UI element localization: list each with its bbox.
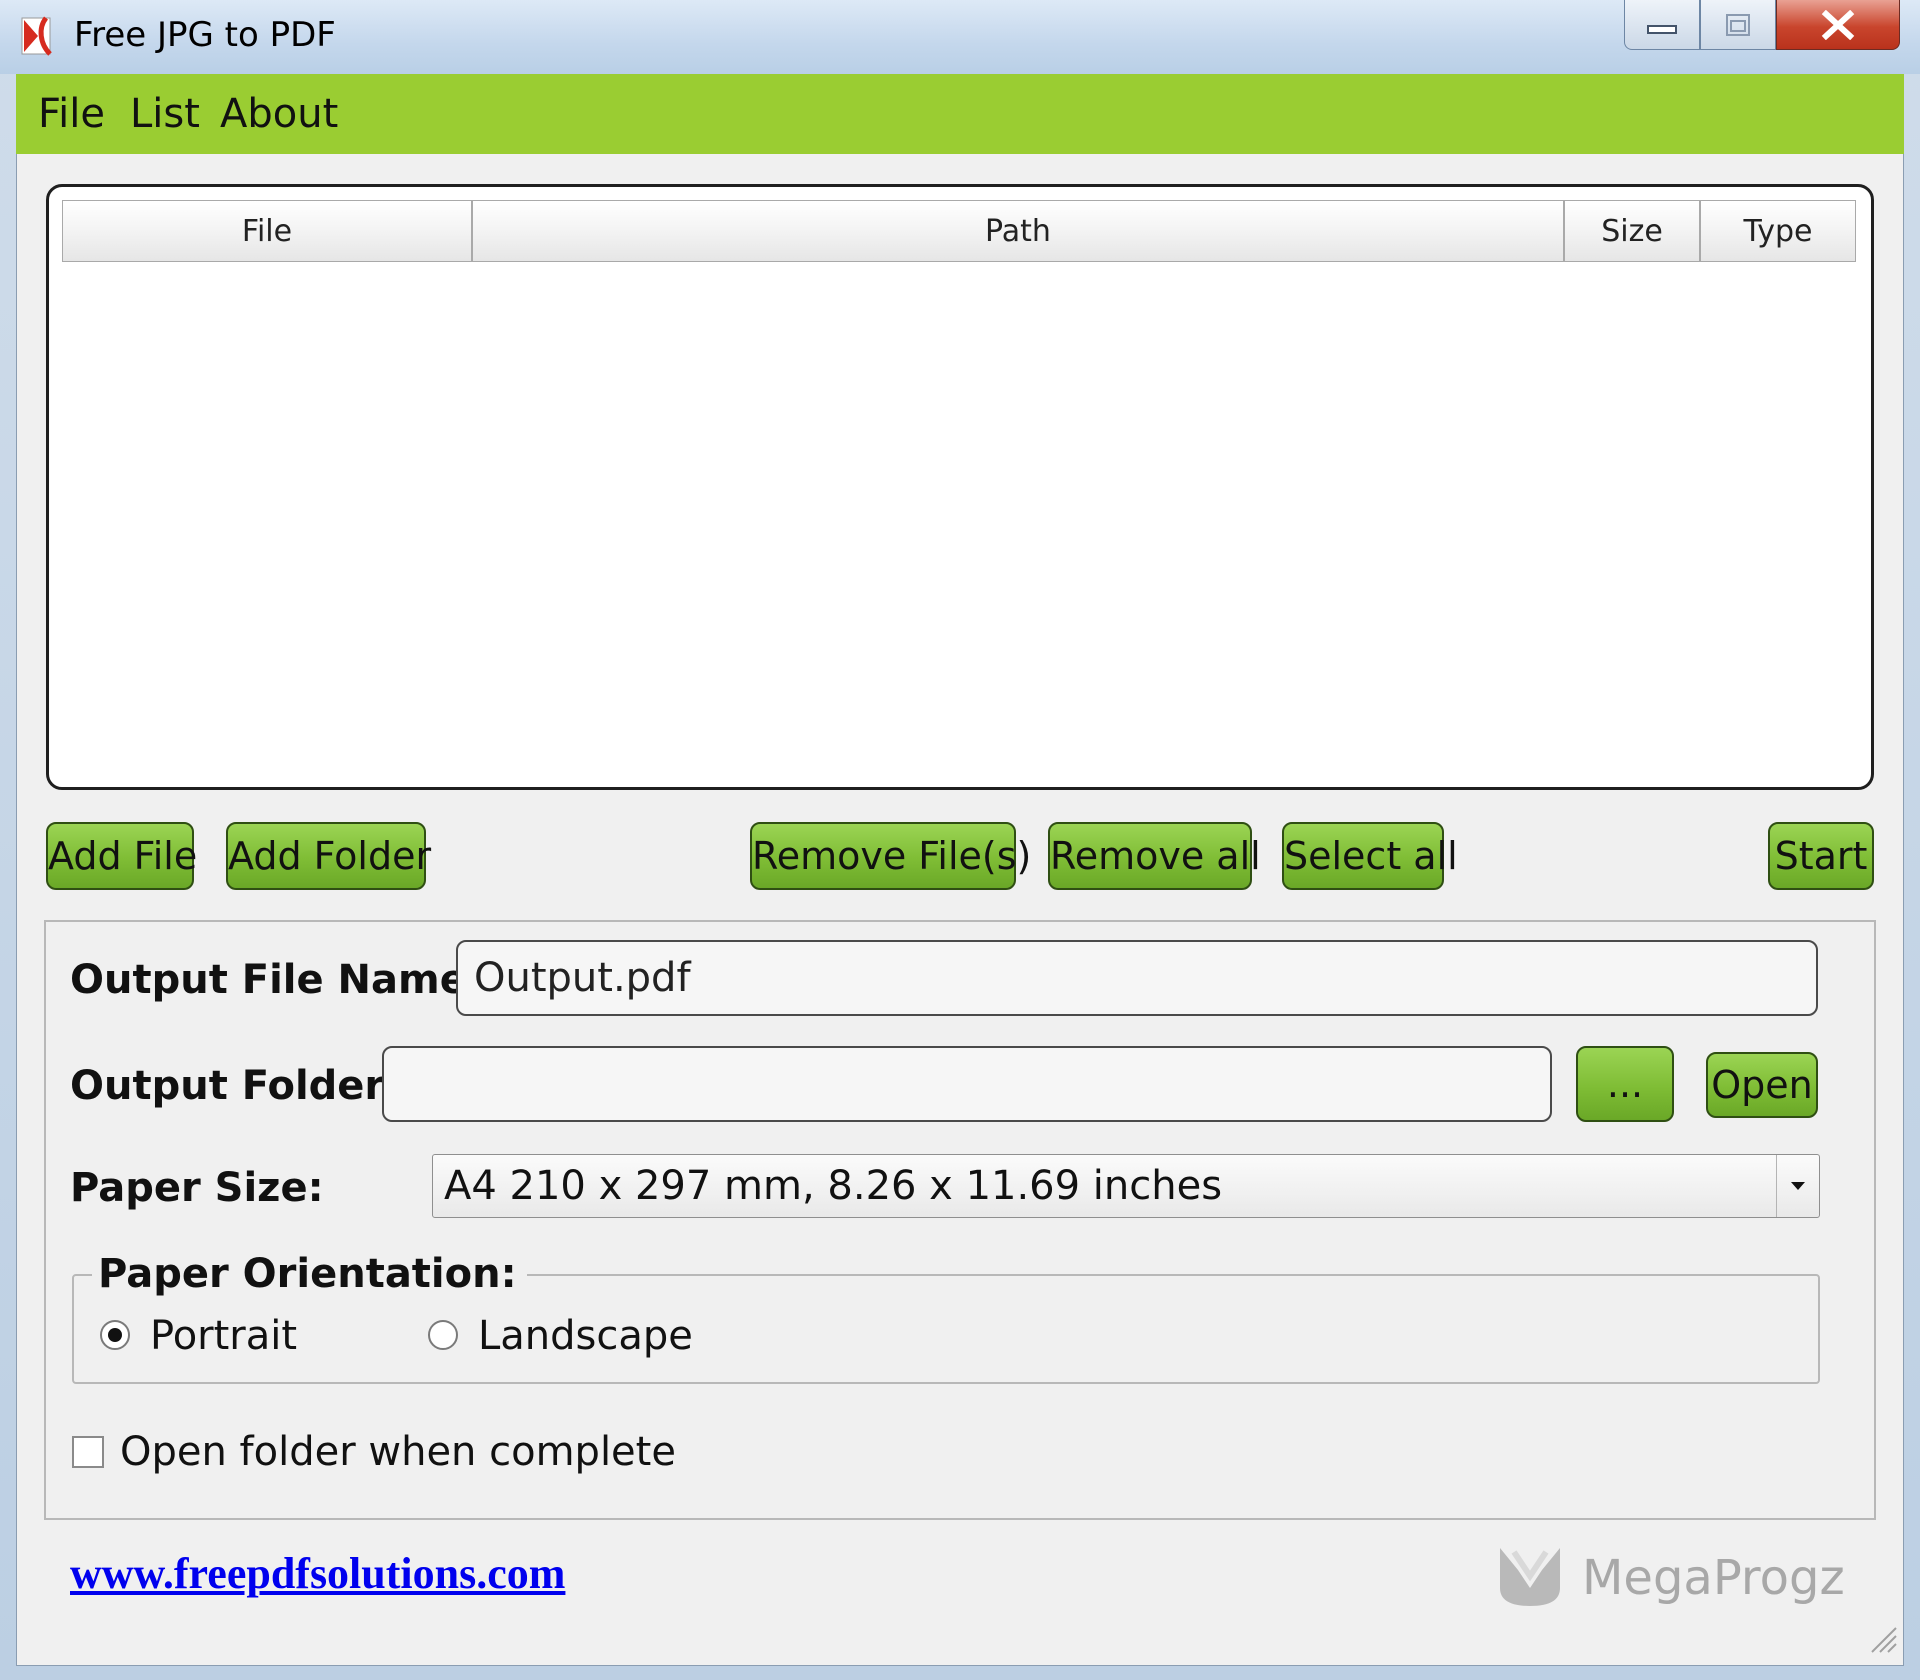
maximize-icon xyxy=(1726,13,1750,36)
open-folder-checkbox-label[interactable]: Open folder when complete xyxy=(120,1426,676,1478)
minimize-icon xyxy=(1647,24,1677,34)
landscape-radio[interactable] xyxy=(428,1320,458,1350)
column-header-file[interactable]: File xyxy=(62,200,472,262)
remove-files-button[interactable]: Remove File(s) xyxy=(750,822,1031,890)
landscape-label[interactable]: Landscape xyxy=(478,1310,693,1362)
paper-orientation-label: Paper Orientation: xyxy=(92,1248,527,1300)
app-logo-icon xyxy=(16,14,60,58)
output-file-name-label: Output File Name: xyxy=(70,957,483,1003)
column-header-path[interactable]: Path xyxy=(472,200,1564,262)
output-file-name-input[interactable] xyxy=(456,940,1818,1016)
open-folder-checkbox[interactable] xyxy=(72,1436,104,1468)
add-folder-button[interactable]: Add Folder xyxy=(226,822,431,890)
output-folder-label: Output Folder: xyxy=(70,1063,401,1109)
select-all-button[interactable]: Select all xyxy=(1282,822,1458,890)
menu-list[interactable]: List xyxy=(130,74,200,154)
dropdown-arrow-button[interactable] xyxy=(1776,1155,1819,1217)
remove-all-button[interactable]: Remove all xyxy=(1048,822,1261,890)
minimize-button[interactable] xyxy=(1624,0,1700,50)
output-folder-input[interactable] xyxy=(382,1046,1552,1122)
paper-size-label: Paper Size: xyxy=(70,1165,324,1211)
browse-folder-button[interactable]: ... xyxy=(1576,1046,1674,1122)
menu-file[interactable]: File xyxy=(38,74,105,154)
column-header-type[interactable]: Type xyxy=(1700,200,1856,262)
chevron-down-icon xyxy=(1791,1182,1805,1190)
window-title: Free JPG to PDF xyxy=(74,15,336,55)
add-file-button[interactable]: Add File xyxy=(46,822,197,890)
close-button[interactable] xyxy=(1776,0,1900,50)
paper-size-value: A4 210 x 297 mm, 8.26 x 11.69 inches xyxy=(444,1163,1223,1209)
start-button[interactable]: Start xyxy=(1768,822,1874,890)
column-header-size[interactable]: Size xyxy=(1564,200,1700,262)
open-folder-button[interactable]: Open xyxy=(1706,1052,1818,1118)
portrait-radio[interactable] xyxy=(100,1320,130,1350)
portrait-label[interactable]: Portrait xyxy=(150,1310,297,1362)
website-link[interactable]: www.freepdfsolutions.com xyxy=(70,1546,565,1602)
megaprogz-logo-icon xyxy=(1494,1540,1566,1612)
menu-about[interactable]: About xyxy=(220,74,338,154)
file-list[interactable] xyxy=(46,184,1874,790)
maximize-button[interactable] xyxy=(1700,0,1776,50)
resize-grip-icon[interactable] xyxy=(1866,1622,1900,1656)
megaprogz-watermark: MegaProgz xyxy=(1582,1550,1845,1606)
close-icon xyxy=(1821,9,1855,40)
